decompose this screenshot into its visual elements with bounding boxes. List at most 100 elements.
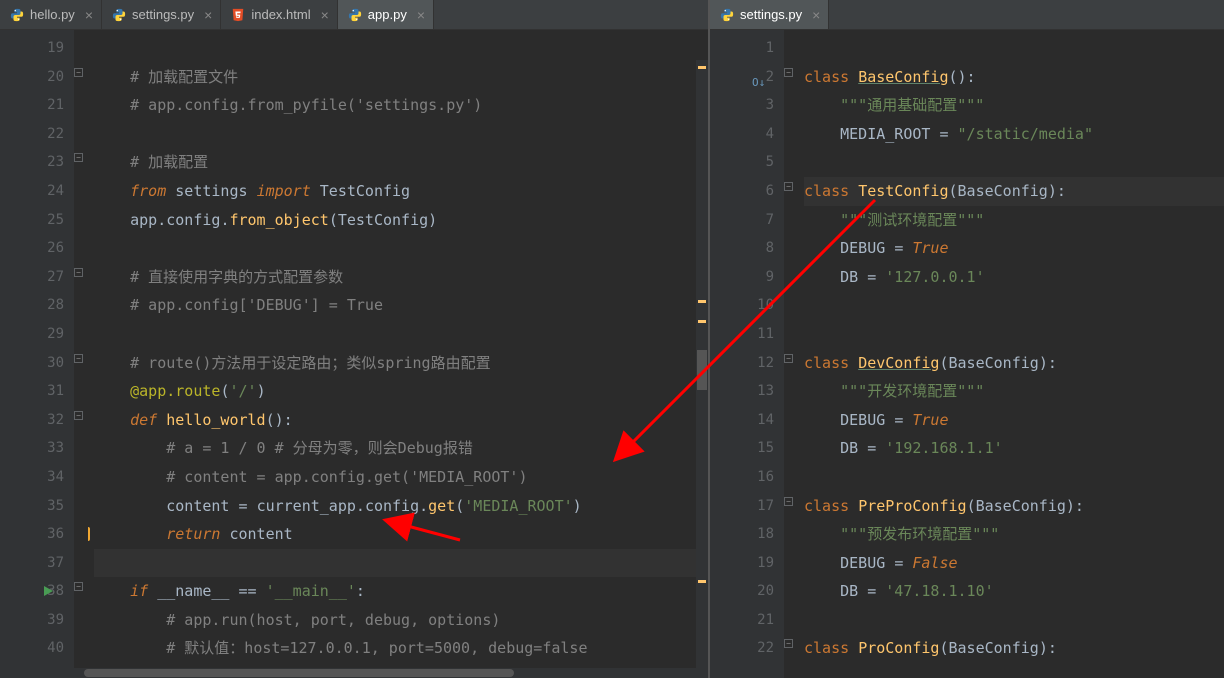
code-line[interactable]: """通用基础配置""" (804, 91, 1224, 120)
code-line[interactable]: # 加载配置文件 (94, 63, 708, 92)
code-line[interactable]: DEBUG = True (804, 406, 1224, 435)
line-number: 19 (710, 549, 774, 578)
right-tab-bar: settings.py× (710, 0, 1224, 30)
right-editor-pane: settings.py× 12O↓34567891011121314151617… (710, 0, 1224, 678)
line-number: 2O↓ (710, 63, 774, 92)
code-line[interactable] (804, 606, 1224, 635)
code-line[interactable]: class PreProConfig(BaseConfig): (804, 492, 1224, 521)
fold-toggle[interactable]: − (74, 153, 83, 162)
line-number: 38 (0, 577, 64, 606)
code-line[interactable]: """预发布环境配置""" (804, 520, 1224, 549)
code-line[interactable]: class BaseConfig(): (804, 63, 1224, 92)
code-line[interactable]: def hello_world(): (94, 406, 708, 435)
code-line[interactable]: @app.route('/') (94, 377, 708, 406)
line-number: 36 (0, 520, 64, 549)
code-line[interactable]: class DevConfig(BaseConfig): (804, 349, 1224, 378)
strip-marker[interactable] (698, 320, 706, 323)
code-line[interactable] (94, 120, 708, 149)
strip-marker[interactable] (698, 300, 706, 303)
tab-index-html[interactable]: index.html × (221, 0, 337, 29)
code-line[interactable]: DEBUG = True (804, 234, 1224, 263)
left-tab-bar: hello.py×settings.py×index.html×app.py× (0, 0, 708, 30)
code-line[interactable]: if __name__ == '__main__': (94, 577, 708, 606)
strip-marker[interactable] (697, 350, 707, 390)
left-fold-column[interactable]: − − − − − − (74, 30, 88, 678)
lightbulb-icon[interactable] (88, 527, 90, 541)
code-line[interactable]: # route()方法用于设定路由；类似spring路由配置 (94, 349, 708, 378)
line-number: 18 (710, 520, 774, 549)
left-editor-body[interactable]: 1920212223242526272829303132333435363738… (0, 30, 708, 678)
code-line[interactable]: # app.config.from_pyfile('settings.py') (94, 91, 708, 120)
right-fold-column[interactable]: − − − − − (784, 30, 798, 678)
code-line[interactable]: DEBUG = False (804, 549, 1224, 578)
fold-toggle[interactable]: − (784, 182, 793, 191)
fold-toggle[interactable]: − (74, 268, 83, 277)
left-code-area[interactable]: # 加载配置文件 # app.config.from_pyfile('setti… (88, 30, 708, 678)
code-line[interactable] (94, 34, 708, 63)
right-code-area[interactable]: class BaseConfig(): """通用基础配置""" MEDIA_R… (798, 30, 1224, 678)
line-number: 4 (710, 120, 774, 149)
fold-toggle[interactable]: − (784, 497, 793, 506)
code-line[interactable]: # content = app.config.get('MEDIA_ROOT') (94, 463, 708, 492)
code-line[interactable]: # app.config['DEBUG'] = True (94, 291, 708, 320)
fold-toggle[interactable]: − (74, 354, 83, 363)
code-line[interactable]: """开发环境配置""" (804, 377, 1224, 406)
fold-toggle[interactable]: − (784, 354, 793, 363)
left-gutter: 1920212223242526272829303132333435363738… (0, 30, 74, 678)
line-number: 12 (710, 349, 774, 378)
code-line[interactable]: # 默认值：host=127.0.0.1, port=5000, debug=f… (94, 634, 708, 663)
right-gutter: 12O↓345678910111213141516171819202122 (710, 30, 784, 678)
code-line[interactable]: app.config.from_object(TestConfig) (94, 206, 708, 235)
code-line[interactable]: # app.run(host, port, debug, options) (94, 606, 708, 635)
right-editor-body[interactable]: 12O↓345678910111213141516171819202122 −−… (710, 30, 1224, 678)
run-gutter-icon[interactable] (44, 586, 53, 596)
tab-label: index.html (251, 7, 310, 22)
line-number: 33 (0, 434, 64, 463)
tab-settings-py[interactable]: settings.py× (710, 0, 829, 29)
fold-toggle[interactable]: − (74, 582, 83, 591)
fold-toggle[interactable]: − (784, 639, 793, 648)
close-icon[interactable]: × (321, 8, 329, 22)
code-line[interactable] (94, 549, 708, 578)
fold-toggle[interactable]: − (784, 68, 793, 77)
line-number: 29 (0, 320, 64, 349)
code-line[interactable]: class TestConfig(BaseConfig): (804, 177, 1224, 206)
tab-hello-py[interactable]: hello.py× (0, 0, 102, 29)
fold-toggle[interactable]: − (74, 411, 83, 420)
code-line[interactable] (804, 291, 1224, 320)
close-icon[interactable]: × (417, 8, 425, 22)
code-line[interactable]: DB = '192.168.1.1' (804, 434, 1224, 463)
close-icon[interactable]: × (812, 8, 820, 22)
close-icon[interactable]: × (85, 8, 93, 22)
code-line[interactable]: from settings import TestConfig (94, 177, 708, 206)
code-line[interactable]: class ProConfig(BaseConfig): (804, 634, 1224, 663)
line-number: 37 (0, 549, 64, 578)
code-line[interactable] (94, 234, 708, 263)
code-line[interactable]: # a = 1 / 0 # 分母为零，则会Debug报错 (94, 434, 708, 463)
left-marker-strip[interactable] (696, 60, 708, 678)
tab-settings-py[interactable]: settings.py× (102, 0, 221, 29)
code-line[interactable] (804, 34, 1224, 63)
code-line[interactable] (804, 148, 1224, 177)
code-line[interactable] (94, 320, 708, 349)
code-line[interactable]: """测试环境配置""" (804, 206, 1224, 235)
code-line[interactable]: # 加载配置 (94, 148, 708, 177)
strip-marker[interactable] (698, 580, 706, 583)
code-line[interactable] (804, 320, 1224, 349)
close-icon[interactable]: × (204, 8, 212, 22)
left-editor-pane: hello.py×settings.py×index.html×app.py× … (0, 0, 710, 678)
code-line[interactable] (804, 463, 1224, 492)
fold-toggle[interactable]: − (74, 68, 83, 77)
tab-app-py[interactable]: app.py× (338, 0, 434, 29)
code-line[interactable]: # 直接使用字典的方式配置参数 (94, 263, 708, 292)
code-line[interactable]: MEDIA_ROOT = "/static/media" (804, 120, 1224, 149)
code-line[interactable]: DB = '127.0.0.1' (804, 263, 1224, 292)
line-number: 14 (710, 406, 774, 435)
line-number: 21 (710, 606, 774, 635)
code-line[interactable]: DB = '47.18.1.10' (804, 577, 1224, 606)
strip-marker[interactable] (698, 66, 706, 69)
code-line[interactable]: return content (94, 520, 708, 549)
horizontal-scrollbar[interactable] (74, 668, 696, 678)
line-number: 19 (0, 34, 64, 63)
code-line[interactable]: content = current_app.config.get('MEDIA_… (94, 492, 708, 521)
